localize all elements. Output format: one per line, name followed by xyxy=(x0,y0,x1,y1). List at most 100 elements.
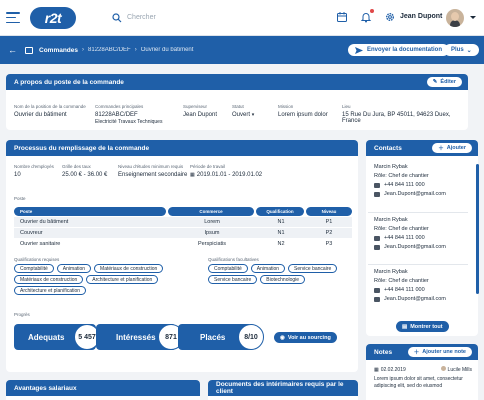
search-input[interactable]: Chercher xyxy=(127,14,156,21)
table-cell: Ipsum xyxy=(204,230,220,236)
field-label: Lieu xyxy=(342,104,351,109)
field-work-period: Période de travail ▦ 2019.01.01 - 2019.01… xyxy=(190,164,262,178)
field-value: Jean Dupont xyxy=(183,112,218,118)
contacts-card-header: Contacts ＋ Ajouter xyxy=(366,140,478,156)
contact-email[interactable]: Jean.Dupont@gmail.com xyxy=(374,296,446,302)
search-bar[interactable]: Chercher xyxy=(112,12,156,23)
mail-icon xyxy=(374,296,380,302)
table-cell: Ouvrier sanitaire xyxy=(20,241,61,247)
contact-item[interactable]: Marcin Rybak Rôle: Chef de chantier +44 … xyxy=(374,217,446,250)
breadcrumb-separator-icon: › xyxy=(82,47,85,53)
breadcrumb-current: Ouvrier du bâtiment xyxy=(140,47,194,53)
notes-card: Notes ＋ Ajouter une note ▦ 02.02.2019 Luc… xyxy=(366,344,478,400)
gear-icon[interactable] xyxy=(384,11,396,23)
send-documentation-button[interactable]: Envoyer la documentation xyxy=(348,44,450,56)
table-cell: Lorem xyxy=(204,219,220,225)
qualification-chip[interactable]: Service bancaire xyxy=(288,264,338,273)
send-documentation-label: Envoyer la documentation xyxy=(367,47,443,53)
qualification-chip[interactable]: Comptabilité xyxy=(14,264,54,273)
field-label: Nom de la position de la commande xyxy=(14,104,86,109)
contact-email[interactable]: Jean.Dupont@gmail.com xyxy=(374,244,446,250)
advantages-card-header: Avantages salariaux xyxy=(6,380,200,396)
search-icon xyxy=(112,12,122,22)
qualification-chip[interactable]: Service bancaire xyxy=(208,275,258,284)
field-label: Commandes principales xyxy=(95,104,144,109)
mail-icon xyxy=(374,191,380,197)
process-title: Processus du remplissage de la commande xyxy=(14,144,150,152)
folder-icon xyxy=(25,46,33,54)
contacts-scrollbar[interactable] xyxy=(476,164,479,294)
table-cell: N2 xyxy=(277,241,285,247)
contact-item[interactable]: Marcin Rybak Rôle: Chef de chantier +44 … xyxy=(374,164,446,197)
note-date: ▦ 02.02.2019 xyxy=(374,366,406,373)
contact-phone[interactable]: +44 844 111 000 xyxy=(374,182,446,188)
field-employee-count: Nombre d'employés 10 xyxy=(14,164,54,178)
add-contact-label: Ajouter xyxy=(446,145,466,151)
qualification-chip[interactable]: Matériaux de construction xyxy=(94,264,164,273)
column-header: Commerce xyxy=(168,206,254,216)
table-cell: N1 xyxy=(277,230,285,236)
progress-count: 8/10 xyxy=(238,324,264,350)
column-header: Poste xyxy=(14,206,166,216)
note-author: Lucile Mills xyxy=(440,366,472,373)
qualification-chip[interactable]: Animation xyxy=(56,264,92,273)
contact-role: Rôle: Chef de chantier xyxy=(374,226,429,232)
contact-email[interactable]: Jean.Dupont@gmail.com xyxy=(374,191,446,197)
add-contact-button[interactable]: ＋ Ajouter xyxy=(432,143,472,153)
qualification-chip[interactable]: Architecture et planification xyxy=(86,275,159,284)
contact-item[interactable]: Marcin Rybak Rôle: Chef de chantier +44 … xyxy=(374,269,446,302)
contact-role: Rôle: Chef de chantier xyxy=(374,173,429,179)
table-header: Poste Commerce Qualification Niveau xyxy=(14,206,352,216)
qualification-chip[interactable]: Comptabilité xyxy=(208,264,248,273)
process-card-header: Processus du remplissage de la commande xyxy=(6,140,358,156)
avatar[interactable] xyxy=(446,9,464,27)
table-cell: P2 xyxy=(325,230,333,236)
field-position-name: Nom de la position de la commande Ouvrie… xyxy=(14,104,86,118)
user-name[interactable]: Jean Dupont xyxy=(400,13,442,20)
phone-icon xyxy=(374,235,380,241)
view-sourcing-label: Voir au sourcing xyxy=(287,334,331,341)
phone-icon xyxy=(374,182,380,188)
more-button[interactable]: Plus ⌄ xyxy=(444,44,479,56)
table-cell: P3 xyxy=(325,241,333,247)
field-label: Nombre d'employés xyxy=(14,164,54,169)
show-all-button[interactable]: ▤ Montrer tout xyxy=(396,321,449,332)
menu-icon[interactable] xyxy=(6,12,20,23)
status-select[interactable]: Ouvert ▾ xyxy=(232,112,254,118)
table-cell: N1 xyxy=(277,219,285,225)
qualification-chip[interactable]: Animation xyxy=(250,264,286,273)
caret-down-icon: ▾ xyxy=(251,112,255,118)
documents-card: Documents des intérimaires requis par le… xyxy=(208,380,358,400)
calendar-icon[interactable] xyxy=(336,11,348,23)
bell-icon[interactable] xyxy=(360,9,374,23)
table-row[interactable]: Ouvrier du bâtiment Lorem N1 P1 xyxy=(14,217,352,227)
qualification-chip[interactable]: Biotechnologie xyxy=(260,275,306,284)
field-education: Niveau d'études minimum requis Enseignem… xyxy=(118,164,187,178)
field-value: Lorem ipsum dolor xyxy=(278,112,328,118)
table-row[interactable]: Couvreur Ipsum N1 P2 xyxy=(14,228,352,238)
contact-name: Marcin Rybak xyxy=(374,217,408,223)
contact-phone[interactable]: +44 844 111 000 xyxy=(374,287,446,293)
about-card: A propos du poste de la commande ✎ Édite… xyxy=(6,74,468,130)
breadcrumb-commandes[interactable]: Commandes xyxy=(39,47,78,54)
chevron-down-icon[interactable] xyxy=(470,16,476,19)
field-status[interactable]: Statut Ouvert ▾ xyxy=(232,104,254,118)
qualification-chip[interactable]: Matériaux de construction xyxy=(14,275,84,284)
add-note-button[interactable]: ＋ Ajouter une note xyxy=(407,347,472,357)
required-qualifications-label: Qualifications requises xyxy=(14,257,60,262)
contact-name: Marcin Rybak xyxy=(374,269,408,275)
field-value[interactable]: 81228ABC/DEF xyxy=(95,112,162,118)
about-card-header: A propos du poste de la commande ✎ Édite… xyxy=(6,74,468,90)
back-arrow-icon[interactable]: ← xyxy=(8,45,17,55)
chevron-down-icon: ⌄ xyxy=(466,47,472,54)
view-sourcing-button[interactable]: ◉ Voir au sourcing xyxy=(274,332,337,343)
breadcrumb-order[interactable]: 81228ABC/DEF xyxy=(88,47,131,53)
note-item[interactable]: ▦ 02.02.2019 Lucile Mills Lorem ipsum dol… xyxy=(374,366,472,390)
list-icon: ▤ xyxy=(402,323,408,330)
logo[interactable]: r2t xyxy=(30,6,76,29)
qualification-chip[interactable]: Architecture et planification xyxy=(14,286,87,295)
edit-button[interactable]: ✎ Éditer xyxy=(426,77,462,87)
mail-icon xyxy=(374,244,380,250)
table-row[interactable]: Ouvrier sanitaire Perspiciatis N2 P3 xyxy=(14,239,352,249)
contact-phone[interactable]: +44 844 111 000 xyxy=(374,235,446,241)
